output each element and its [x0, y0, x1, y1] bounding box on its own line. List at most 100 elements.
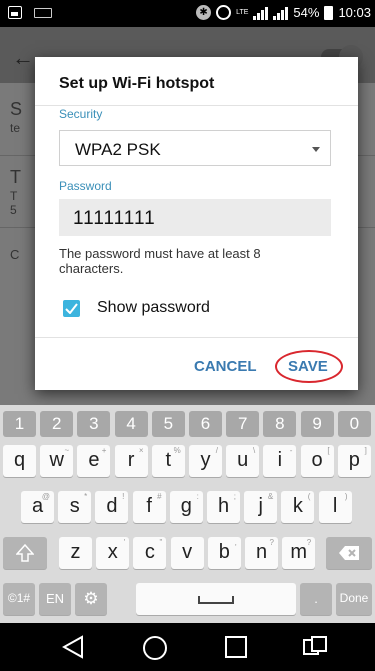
show-password-label[interactable]: Show password [97, 299, 210, 317]
navigation-bar [0, 623, 375, 671]
key-label: v [182, 541, 193, 563]
letter-key[interactable]: i- [263, 445, 297, 477]
letter-key[interactable]: f # [132, 491, 166, 523]
key-hint: ! [122, 492, 125, 501]
key-label: h [217, 495, 230, 517]
dual-window-nav-icon[interactable] [302, 635, 328, 659]
letter-key[interactable]: x ' [96, 537, 130, 569]
letter-key[interactable]: e + [77, 445, 111, 477]
key-label: u [237, 449, 249, 471]
letter-key[interactable]: b, [207, 537, 241, 569]
letter-key[interactable]: a @ [21, 491, 54, 523]
key-label: g [180, 495, 192, 517]
letter-row-2: a @ s * d! f # g: h; j & k(l) [0, 491, 375, 523]
done-key[interactable]: Done [336, 583, 372, 615]
key-label: c [144, 541, 155, 563]
key-label: s [69, 495, 80, 517]
key-hint: + [101, 446, 107, 455]
home-nav-icon[interactable] [142, 635, 168, 661]
space-icon [198, 596, 234, 604]
period-key[interactable]: . [300, 583, 332, 615]
key-label: x [107, 541, 118, 563]
backspace-key[interactable] [326, 537, 372, 569]
bottom-row: ©1# EN ⚙ . Done [0, 583, 375, 615]
letter-key[interactable]: z [59, 537, 92, 569]
number-key[interactable]: 8 [263, 411, 297, 437]
password-value: 11111111 [73, 208, 156, 229]
back-nav-icon[interactable] [62, 635, 84, 659]
gear-icon: ⚙ [83, 589, 99, 608]
number-key[interactable]: 2 [40, 411, 74, 437]
letter-key[interactable]: s * [58, 491, 92, 523]
shift-key[interactable] [3, 537, 47, 569]
letter-key[interactable]: p] [337, 445, 371, 477]
number-key[interactable]: 6 [189, 411, 222, 437]
battery-icon [324, 5, 334, 20]
cancel-button[interactable]: CANCEL [194, 358, 257, 375]
key-hint: - [289, 446, 293, 455]
settings-key[interactable]: ⚙ [75, 583, 107, 615]
key-label: d [106, 495, 118, 517]
security-label: Security [59, 107, 103, 121]
letter-key[interactable]: j & [244, 491, 278, 523]
divider [35, 337, 358, 338]
letter-key[interactable]: w ~ [40, 445, 74, 477]
letter-key[interactable]: u \ [226, 445, 260, 477]
letter-key[interactable]: n? [245, 537, 278, 569]
number-key[interactable]: 9 [300, 411, 334, 437]
key-label: e [88, 449, 100, 471]
key-label: 2 [51, 414, 62, 433]
on-screen-keyboard: 1234567890 q w ~ e + r × t% y / u \ i - o[p] a @ s * d! f # g… [0, 405, 375, 623]
keyboard-notification-icon [34, 8, 52, 18]
letter-key[interactable]: h; [207, 491, 240, 523]
letter-key[interactable]: g: [169, 491, 203, 523]
key-label: t [165, 449, 172, 471]
dropdown-arrow-icon [312, 147, 320, 152]
number-key[interactable]: 7 [226, 411, 260, 437]
signal-icon [253, 6, 269, 20]
key-label: 8 [275, 414, 285, 433]
lte-label: LTE [236, 9, 249, 16]
letter-key[interactable]: d! [95, 491, 129, 523]
key-label: z [70, 541, 81, 563]
key-hint: ? [269, 538, 274, 547]
symbols-key[interactable]: ©1# [3, 583, 35, 615]
number-key[interactable]: 0 [337, 411, 371, 437]
number-key[interactable]: 4 [114, 411, 148, 437]
background-row-sub: T [10, 189, 18, 203]
number-key[interactable]: 1 [3, 411, 36, 437]
bluetooth-icon: ✱ [196, 5, 212, 20]
letter-key[interactable]: t% [151, 445, 185, 477]
letter-key[interactable]: q [3, 445, 36, 477]
show-password-checkbox[interactable] [63, 300, 80, 317]
password-input[interactable]: 11111111 [59, 199, 331, 236]
letter-key[interactable]: y / [189, 445, 222, 477]
key-label: 9 [312, 414, 322, 433]
key-label: j [258, 495, 263, 517]
number-key[interactable]: 5 [151, 411, 185, 437]
letter-key[interactable]: r × [114, 445, 148, 477]
security-select[interactable]: WPA2 PSK [59, 130, 331, 166]
background-row-sub: 5 [10, 203, 17, 217]
letter-key[interactable]: l) [318, 491, 352, 523]
key-hint: × [138, 446, 144, 455]
backspace-icon [339, 546, 359, 560]
letter-key[interactable]: v [170, 537, 204, 569]
letter-row-3: z x ' c " v b, n? m? [0, 537, 375, 569]
recents-nav-icon[interactable] [224, 635, 248, 659]
letter-key[interactable]: m? [282, 537, 316, 569]
password-label: Password [59, 179, 112, 193]
letter-key[interactable]: o[ [300, 445, 334, 477]
number-key[interactable]: 3 [77, 411, 111, 437]
key-hint: @ [41, 492, 50, 501]
battery-percent: 54% [293, 5, 320, 20]
language-key[interactable]: EN [39, 583, 71, 615]
key-label: p [348, 449, 360, 471]
wifi-hotspot-dialog: Set up Wi-Fi hotspot Security WPA2 PSK P… [35, 57, 358, 390]
space-key[interactable] [136, 583, 296, 615]
letter-row-1: q w ~ e + r × t% y / u \ i - o[p] [0, 445, 375, 477]
letter-key[interactable]: c " [133, 537, 167, 569]
key-label: y [200, 449, 211, 471]
background-row-sub: te [10, 121, 21, 135]
letter-key[interactable]: k( [281, 491, 315, 523]
